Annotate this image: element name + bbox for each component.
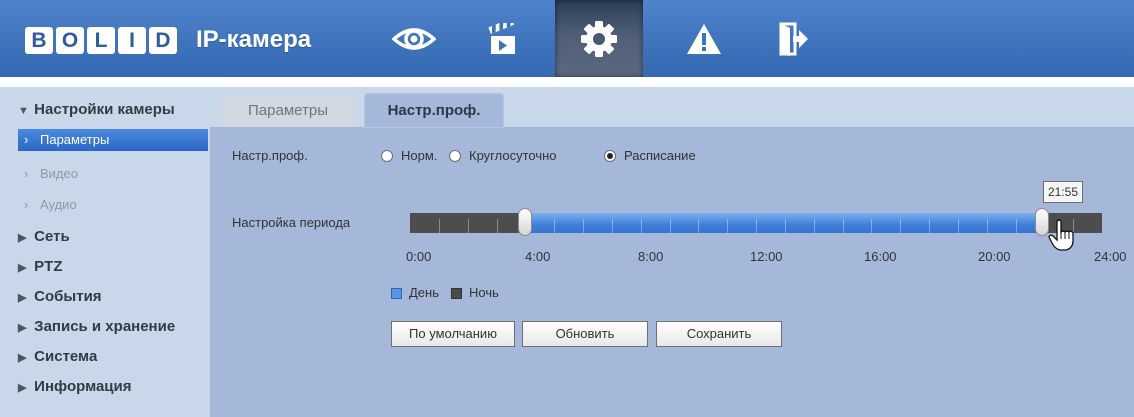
main-content: Параметры Настр.проф. Настр.проф. Норм. … xyxy=(210,87,1134,417)
radio-schedule-label[interactable]: Расписание xyxy=(624,148,696,163)
hour-tick xyxy=(871,219,872,233)
hour-tick xyxy=(583,219,584,233)
hour-tick xyxy=(468,219,469,233)
hour-tick xyxy=(670,219,671,233)
hour-tick xyxy=(814,219,815,233)
schedule-slider-track[interactable] xyxy=(410,213,1102,233)
nav-playback-button[interactable] xyxy=(459,0,547,77)
hour-tick xyxy=(785,219,786,233)
period-label: Настройка периода xyxy=(232,215,351,230)
axis-label: 4:00 xyxy=(525,249,551,264)
hour-tick xyxy=(929,219,930,233)
slider-handle-start[interactable] xyxy=(518,208,532,236)
tab-parameters[interactable]: Параметры xyxy=(222,94,354,127)
sidebar: ▼ Настройки камеры › Параметры › Видео › Ау… xyxy=(0,87,210,417)
hour-tick xyxy=(439,219,440,233)
axis-label: 12:00 xyxy=(750,249,783,264)
sidebar-group-recording[interactable]: ▶ Запись и хранение xyxy=(18,318,175,335)
tab-profile-settings[interactable]: Настр.проф. xyxy=(365,94,503,127)
chevron-right-icon: › xyxy=(24,197,29,212)
legend-day-label: День xyxy=(409,285,439,300)
day-segment xyxy=(525,213,1042,233)
hour-tick xyxy=(497,219,498,233)
profile-label: Настр.проф. xyxy=(232,148,308,163)
sidebar-item-audio[interactable]: › Аудио xyxy=(18,194,208,216)
axis-label: 8:00 xyxy=(638,249,664,264)
sidebar-group-information[interactable]: ▶ Информация xyxy=(18,378,132,395)
radio-normal[interactable] xyxy=(381,150,393,162)
nav-settings-button[interactable] xyxy=(555,0,643,77)
warning-icon xyxy=(687,23,721,54)
hour-tick xyxy=(554,219,555,233)
triangle-right-icon: ▶ xyxy=(18,352,27,364)
chevron-right-icon: › xyxy=(24,132,29,147)
sidebar-item-video[interactable]: › Видео xyxy=(18,163,208,185)
hour-tick xyxy=(843,219,844,233)
chevron-right-icon: › xyxy=(24,166,29,181)
time-tooltip: 21:55 xyxy=(1043,181,1083,203)
radio-round-the-clock-label[interactable]: Круглосуточно xyxy=(469,148,557,163)
axis-label: 0:00 xyxy=(406,249,432,264)
sidebar-group-ptz[interactable]: ▶ PTZ xyxy=(18,258,63,275)
legend-night-label: Ночь xyxy=(469,285,499,300)
hour-tick xyxy=(1016,219,1017,233)
top-header: B O L I D IP-камера xyxy=(0,0,1134,77)
hour-tick xyxy=(987,219,988,233)
clapperboard-icon xyxy=(488,22,515,54)
triangle-right-icon: ▶ xyxy=(18,322,27,334)
legend-night-swatch xyxy=(451,288,462,299)
default-button[interactable]: По умолчанию xyxy=(391,321,515,347)
triangle-down-icon: ▼ xyxy=(18,105,29,117)
radio-schedule[interactable] xyxy=(604,150,616,162)
triangle-right-icon: ▶ xyxy=(18,262,27,274)
eye-icon xyxy=(392,27,436,50)
nav-logout-button[interactable] xyxy=(750,0,838,77)
hand-cursor-icon xyxy=(1048,219,1074,251)
hour-tick xyxy=(900,219,901,233)
axis-label: 20:00 xyxy=(978,249,1011,264)
hour-tick xyxy=(756,219,757,233)
triangle-right-icon: ▶ xyxy=(18,292,27,304)
sidebar-group-network[interactable]: ▶ Сеть xyxy=(18,228,70,245)
legend-day-swatch xyxy=(391,288,402,299)
hour-tick xyxy=(612,219,613,233)
nav-live-view-button[interactable] xyxy=(370,0,458,77)
axis-label: 16:00 xyxy=(864,249,897,264)
bolid-logo: B O L I D xyxy=(25,27,180,54)
hour-tick xyxy=(727,219,728,233)
sidebar-group-camera-settings[interactable]: ▼ Настройки камеры xyxy=(18,101,175,118)
brand-title: IP-камера xyxy=(196,26,312,53)
axis-label: 24:00 xyxy=(1094,249,1127,264)
radio-round-the-clock[interactable] xyxy=(449,150,461,162)
sidebar-group-events[interactable]: ▶ События xyxy=(18,288,102,305)
sidebar-item-parameters[interactable]: › Параметры xyxy=(18,129,208,151)
save-button[interactable]: Сохранить xyxy=(656,321,782,347)
triangle-right-icon: ▶ xyxy=(18,382,27,394)
hour-tick xyxy=(958,219,959,233)
gear-icon xyxy=(581,20,617,57)
refresh-button[interactable]: Обновить xyxy=(522,321,648,347)
triangle-right-icon: ▶ xyxy=(18,232,27,244)
exit-icon xyxy=(779,22,808,56)
slider-handle-end[interactable] xyxy=(1035,208,1049,236)
sidebar-group-system[interactable]: ▶ Система xyxy=(18,348,97,365)
radio-normal-label[interactable]: Норм. xyxy=(401,148,437,163)
hour-tick xyxy=(698,219,699,233)
nav-alarm-button[interactable] xyxy=(660,0,748,77)
hour-tick xyxy=(641,219,642,233)
